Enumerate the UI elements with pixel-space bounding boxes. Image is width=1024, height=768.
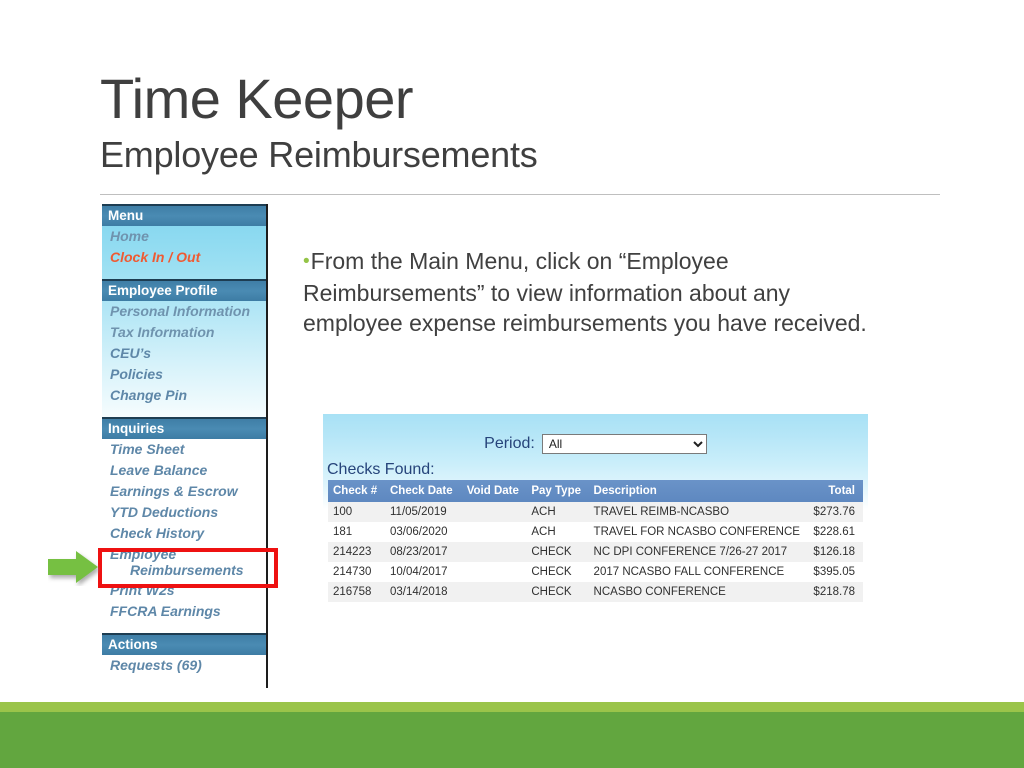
body-bullet: •From the Main Menu, click on “Employee … xyxy=(303,246,893,339)
period-filter-row: Period: All xyxy=(323,434,868,454)
sidebar-item-home[interactable]: Home xyxy=(102,226,266,247)
sidebar-item-change-pin[interactable]: Change Pin xyxy=(102,385,266,406)
cell-check-number: 181 xyxy=(328,522,385,542)
cell-check-number: 214730 xyxy=(328,562,385,582)
cell-description: TRAVEL REIMB-NCASBO xyxy=(588,502,804,522)
cell-total: $395.05 xyxy=(803,562,863,582)
sidebar-item-leave-balance[interactable]: Leave Balance xyxy=(102,460,266,481)
menu-panel-border xyxy=(266,204,268,688)
table-row[interactable]: 216758 03/14/2018 CHECK NCASBO CONFERENC… xyxy=(328,582,863,602)
period-label: Period: xyxy=(484,435,535,452)
column-header-total[interactable]: Total xyxy=(803,480,863,502)
cell-total: $126.18 xyxy=(803,542,863,562)
column-header-description[interactable]: Description xyxy=(588,480,804,502)
sidebar-item-check-history[interactable]: Check History xyxy=(102,523,266,544)
page-title: Time Keeper xyxy=(100,67,414,130)
period-select[interactable]: All xyxy=(541,434,707,454)
cell-void-date xyxy=(461,522,527,542)
sidebar-item-clock-in-out[interactable]: Clock In / Out xyxy=(102,247,266,268)
cell-pay-type: CHECK xyxy=(526,582,589,602)
cell-pay-type: ACH xyxy=(526,502,589,522)
table-row[interactable]: 214223 08/23/2017 CHECK NC DPI CONFERENC… xyxy=(328,542,863,562)
column-header-check-date[interactable]: Check Date xyxy=(385,480,462,502)
sidebar-item-personal-information[interactable]: Personal Information xyxy=(102,301,266,322)
menu-section-header-menu: Menu xyxy=(102,204,266,226)
sidebar-item-earnings-escrow[interactable]: Earnings & Escrow xyxy=(102,481,266,502)
sidebar-item-tax-information[interactable]: Tax Information xyxy=(102,322,266,343)
sidebar-item-ffcra-earnings[interactable]: FFCRA Earnings xyxy=(102,601,266,622)
column-header-check-number[interactable]: Check # xyxy=(328,480,385,502)
column-header-void-date[interactable]: Void Date xyxy=(461,480,527,502)
table-row[interactable]: 214730 10/04/2017 CHECK 2017 NCASBO FALL… xyxy=(328,562,863,582)
checks-table-head: Check # Check Date Void Date Pay Type De… xyxy=(328,480,863,502)
cell-check-date: 11/05/2019 xyxy=(385,502,462,522)
column-header-pay-type[interactable]: Pay Type xyxy=(526,480,589,502)
checks-found-label: Checks Found: xyxy=(327,461,435,478)
menu-section-header-actions: Actions xyxy=(102,633,266,655)
sidebar-item-ytd-deductions[interactable]: YTD Deductions xyxy=(102,502,266,523)
sidebar-item-time-sheet[interactable]: Time Sheet xyxy=(102,439,266,460)
cell-total: $228.61 xyxy=(803,522,863,542)
checks-table: Check # Check Date Void Date Pay Type De… xyxy=(328,480,863,602)
cell-pay-type: CHECK xyxy=(526,542,589,562)
app-screenshot-panel: Period: All Checks Found: Check # Check … xyxy=(323,414,868,649)
menu-section-header-employee-profile: Employee Profile xyxy=(102,279,266,301)
title-divider xyxy=(100,194,940,195)
cell-void-date xyxy=(461,582,527,602)
sidebar-item-requests[interactable]: Requests (69) xyxy=(102,655,266,676)
cell-check-number: 216758 xyxy=(328,582,385,602)
cell-total: $273.76 xyxy=(803,502,863,522)
cell-description: 2017 NCASBO FALL CONFERENCE xyxy=(588,562,804,582)
cell-check-date: 03/14/2018 xyxy=(385,582,462,602)
cell-pay-type: ACH xyxy=(526,522,589,542)
cell-void-date xyxy=(461,562,527,582)
cell-description: NC DPI CONFERENCE 7/26-27 2017 xyxy=(588,542,804,562)
table-row[interactable]: 181 03/06/2020 ACH TRAVEL FOR NCASBO CON… xyxy=(328,522,863,542)
table-header-row: Check # Check Date Void Date Pay Type De… xyxy=(328,480,863,502)
cell-check-date: 03/06/2020 xyxy=(385,522,462,542)
highlight-box xyxy=(98,548,278,588)
green-arrow-icon xyxy=(48,551,98,583)
cell-pay-type: CHECK xyxy=(526,562,589,582)
cell-check-number: 100 xyxy=(328,502,385,522)
app-menu-panel: Menu Home Clock In / Out Employee Profil… xyxy=(102,204,266,688)
table-row[interactable]: 100 11/05/2019 ACH TRAVEL REIMB-NCASBO $… xyxy=(328,502,863,522)
body-bullet-text: From the Main Menu, click on “Employee R… xyxy=(303,248,867,336)
cell-check-number: 214223 xyxy=(328,542,385,562)
cell-check-date: 08/23/2017 xyxy=(385,542,462,562)
cell-description: TRAVEL FOR NCASBO CONFERENCE xyxy=(588,522,804,542)
page-subtitle: Employee Reimbursements xyxy=(100,134,538,175)
cell-description: NCASBO CONFERENCE xyxy=(588,582,804,602)
checks-table-body: 100 11/05/2019 ACH TRAVEL REIMB-NCASBO $… xyxy=(328,502,863,602)
sidebar-item-policies[interactable]: Policies xyxy=(102,364,266,385)
menu-spacer xyxy=(102,622,266,633)
cell-void-date xyxy=(461,502,527,522)
menu-spacer xyxy=(102,406,266,417)
cell-total: $218.78 xyxy=(803,582,863,602)
sidebar-item-ceus[interactable]: CEU’s xyxy=(102,343,266,364)
menu-section-header-inquiries: Inquiries xyxy=(102,417,266,439)
title-block: Time Keeper Employee Reimbursements xyxy=(100,68,960,178)
cell-check-date: 10/04/2017 xyxy=(385,562,462,582)
cell-void-date xyxy=(461,542,527,562)
footer-bar-dark xyxy=(0,712,1024,768)
menu-spacer xyxy=(102,268,266,279)
footer-bar-light xyxy=(0,702,1024,712)
bullet-dot-icon: • xyxy=(303,251,310,272)
